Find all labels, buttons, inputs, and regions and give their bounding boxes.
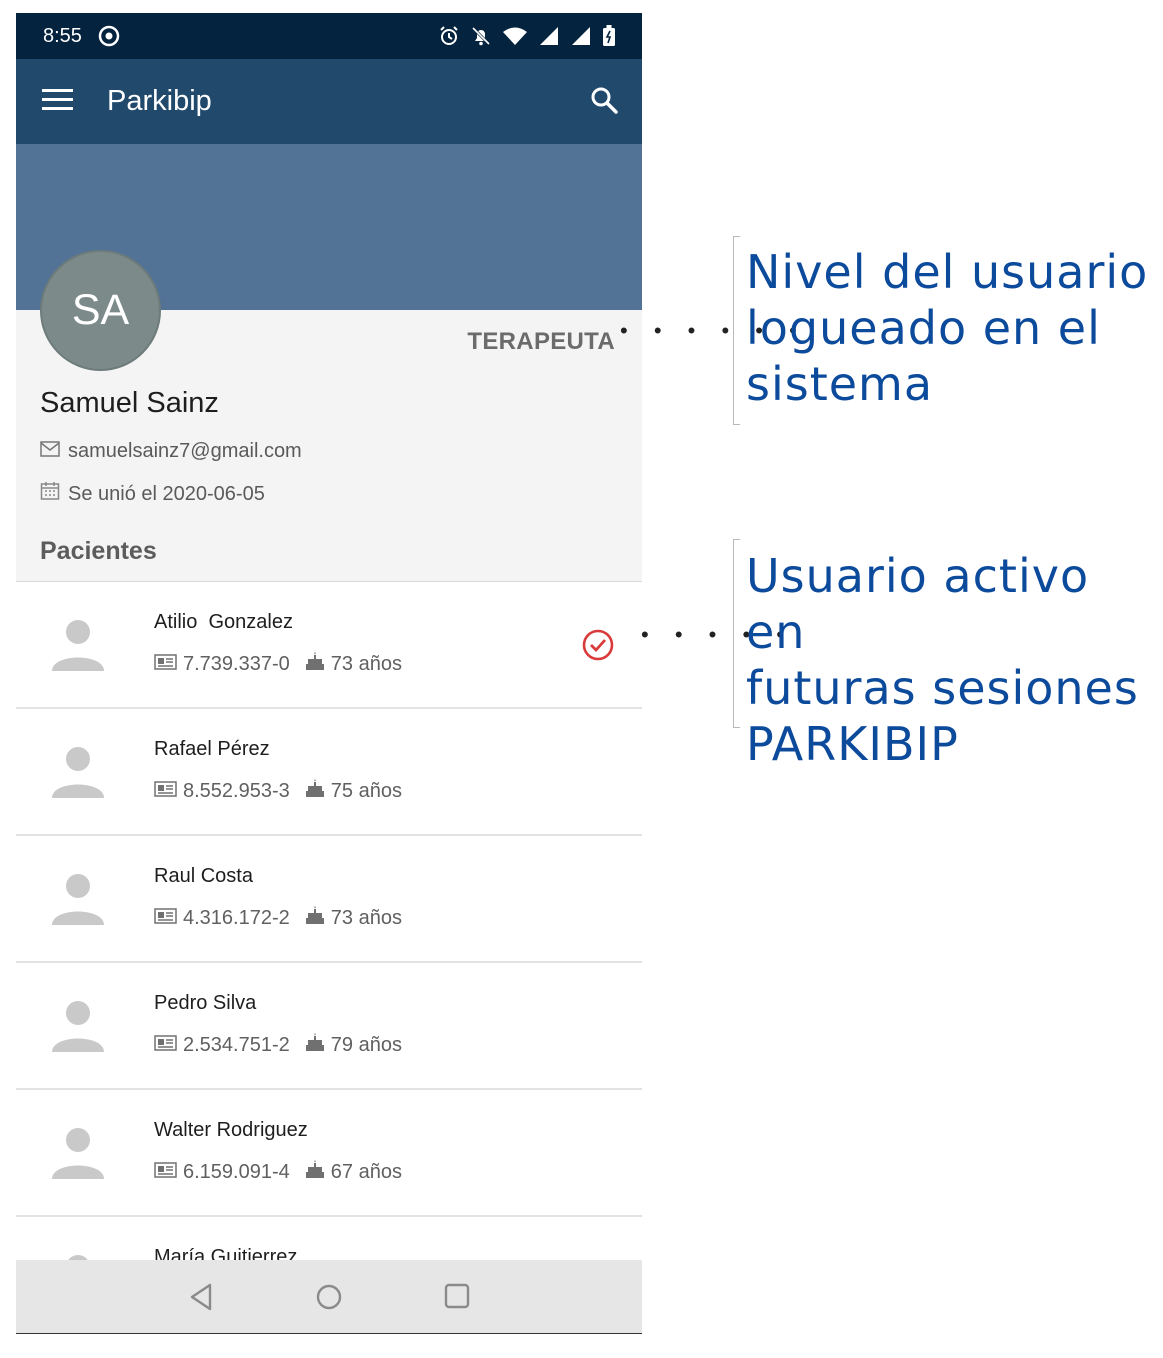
- patient-age: 73 años: [330, 652, 402, 675]
- bell-off-icon: [470, 25, 492, 52]
- user-email: samuelsainz7@gmail.com: [68, 440, 302, 462]
- patient-name: Rafael Pérez: [154, 738, 270, 760]
- status-time: 8:55: [43, 25, 82, 47]
- app-bar: Parkibip: [16, 59, 642, 144]
- person-icon: [52, 1000, 104, 1057]
- recents-icon[interactable]: [444, 1283, 470, 1314]
- patient-name: Walter Rodriguez: [154, 1119, 308, 1141]
- status-icons: [438, 25, 616, 52]
- navigation-bar: [16, 1260, 642, 1334]
- person-icon: [52, 619, 104, 676]
- patient-row[interactable]: Raul Costa 4.316.172-2 73 años: [16, 836, 642, 963]
- patient-age: 79 años: [330, 1033, 402, 1056]
- patient-meta: 7.739.337-0 73 años: [154, 651, 402, 677]
- battery-icon: [602, 25, 616, 52]
- patient-id: 7.739.337-0: [183, 652, 290, 675]
- patient-age: 75 años: [330, 779, 402, 802]
- status-bar: 8:55: [16, 13, 642, 59]
- wifi-icon: [502, 26, 528, 51]
- callout-level: Nivel del usuario logueado en el sistema: [746, 244, 1148, 412]
- person-icon: [52, 873, 104, 930]
- callout-active-line: futuras sesiones: [746, 661, 1139, 715]
- mail-icon: [40, 440, 60, 463]
- id-card-icon: [154, 1161, 183, 1184]
- cake-icon: [305, 1032, 331, 1058]
- back-icon[interactable]: [189, 1283, 213, 1316]
- patient-name: Atilio Gonzalez: [154, 611, 293, 633]
- join-date: Se unió el 2020-06-05: [68, 482, 265, 505]
- cake-icon: [305, 651, 331, 677]
- id-card-icon: [154, 1034, 183, 1057]
- joined-line: Se unió el 2020-06-05: [40, 481, 265, 507]
- patient-row[interactable]: Rafael Pérez 8.552.953-3 75 años: [16, 709, 642, 836]
- patient-id: 8.552.953-3: [183, 779, 290, 802]
- callout-active-line: PARKIBIP: [746, 717, 959, 771]
- email-line: samuelsainz7@gmail.com: [40, 440, 302, 463]
- id-card-icon: [154, 653, 183, 676]
- patient-meta: 8.552.953-3 75 años: [154, 778, 402, 804]
- id-card-icon: [154, 907, 183, 930]
- patient-meta: 4.316.172-2 73 años: [154, 905, 402, 931]
- signal-icon: [538, 26, 560, 51]
- callout-level-line: Nivel del usuario: [746, 245, 1149, 299]
- person-icon: [52, 1127, 104, 1184]
- search-icon[interactable]: [590, 86, 618, 119]
- home-icon[interactable]: [315, 1283, 343, 1316]
- chrome-icon: [98, 25, 120, 52]
- callout-level-line: logueado en el: [746, 301, 1101, 355]
- callout-active: Usuario activo en futuras sesiones PARKI…: [746, 548, 1163, 772]
- person-icon: [52, 746, 104, 803]
- patient-id: 6.159.091-4: [183, 1160, 290, 1183]
- patient-list: Atilio Gonzalez 7.739.337-0 73 años Rafael …: [16, 581, 642, 1334]
- patients-title: Pacientes: [40, 537, 157, 565]
- check-circle-icon[interactable]: [581, 628, 615, 667]
- app-title: Parkibip: [107, 85, 212, 117]
- patient-age: 67 años: [330, 1160, 402, 1183]
- patient-id: 2.534.751-2: [183, 1033, 290, 1056]
- patient-age: 73 años: [330, 906, 402, 929]
- avatar: SA: [40, 250, 161, 371]
- cake-icon: [305, 778, 331, 804]
- patient-meta: 2.534.751-2 79 años: [154, 1032, 402, 1058]
- patient-row[interactable]: Walter Rodriguez 6.159.091-4 67 años: [16, 1090, 642, 1217]
- signal-icon: [570, 26, 592, 51]
- alarm-icon: [438, 25, 460, 52]
- callout-level-line: sistema: [746, 357, 934, 411]
- patient-name: Raul Costa: [154, 865, 253, 887]
- phone-screen: 8:55 Parkibip SA TERAPEUTA Samuel Sainz …: [16, 13, 642, 1334]
- cake-icon: [305, 905, 331, 931]
- callout-active-line: Usuario activo en: [746, 549, 1090, 659]
- calendar-icon: [40, 481, 60, 507]
- patient-row[interactable]: Pedro Silva 2.534.751-2 79 años: [16, 963, 642, 1090]
- menu-icon[interactable]: [42, 89, 74, 116]
- user-name: Samuel Sainz: [40, 387, 219, 419]
- patient-name: Pedro Silva: [154, 992, 257, 1014]
- cake-icon: [305, 1159, 331, 1185]
- avatar-initials: SA: [71, 286, 130, 334]
- patient-meta: 6.159.091-4 67 años: [154, 1159, 402, 1185]
- role-badge: TERAPEUTA: [467, 328, 615, 355]
- patient-id: 4.316.172-2: [183, 906, 290, 929]
- patient-row[interactable]: Atilio Gonzalez 7.739.337-0 73 años: [16, 582, 642, 709]
- id-card-icon: [154, 780, 183, 803]
